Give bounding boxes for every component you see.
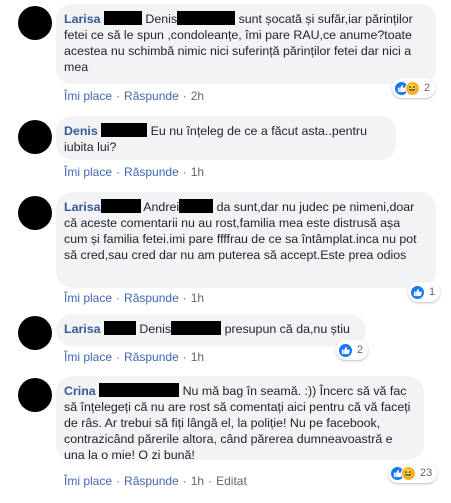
like-link[interactable]: Îmi place [64,165,112,179]
redaction [103,11,142,25]
reaction-count: 1 [429,286,436,298]
comment-actions: Îmi place · Răspunde · 1h · Editat [64,474,247,488]
redaction [177,11,236,25]
like-link[interactable]: Îmi place [64,291,112,305]
like-link[interactable]: Îmi place [64,474,112,488]
author-name[interactable]: Larisa [64,12,101,26]
author-name[interactable]: Larisa [64,322,101,336]
comment-actions: Îmi place · Răspunde · 1h [64,165,205,179]
comment-actions: Îmi place · Răspunde · 1h [64,291,205,305]
comment-actions: Îmi place · Răspunde · 1h [64,350,205,364]
author-name[interactable]: Crina [64,384,96,398]
redaction [179,199,214,213]
comment-bubble: Crina Nu mă bag în seamă. :)) Încerc să … [56,376,424,462]
timestamp[interactable]: 2h [191,89,204,103]
reaction-summary[interactable]: 😆 2 [392,78,436,98]
haha-icon: 😆 [405,80,420,96]
redaction [100,199,141,213]
mention: Denis [145,12,178,26]
redaction [171,321,222,335]
like-link[interactable]: Îmi place [64,350,112,364]
avatar[interactable] [18,316,52,350]
timestamp[interactable]: 1h [191,474,204,488]
mention: Andrei [143,200,180,214]
reply-link[interactable]: Răspunde [124,89,179,103]
comment-actions: Îmi place · Răspunde · 2h [64,89,205,103]
timestamp[interactable]: 1h [191,350,204,364]
haha-icon: 😆 [401,465,416,481]
reaction-count: 23 [420,467,433,479]
reaction-summary[interactable]: 1 [408,282,441,302]
reply-link[interactable]: Răspunde [124,350,179,364]
reply-link[interactable]: Răspunde [124,291,179,305]
edited-label[interactable]: Editat [216,474,247,488]
timestamp[interactable]: 1h [191,165,204,179]
like-link[interactable]: Îmi place [64,89,112,103]
comment-bubble: Denis Eu nu înțeleg de ce a făcut asta..… [56,116,396,160]
avatar[interactable] [18,378,52,412]
mention: Denis [139,322,172,336]
comment-bubble: Larisa Denis presupun că da,nu știu [56,314,366,346]
reaction-count: 2 [357,344,364,356]
reaction-summary[interactable]: 😆 23 [388,463,438,483]
reaction-summary[interactable]: 2 [336,340,369,360]
avatar[interactable] [18,6,52,40]
comment-bubble: Larisa Andrei da sunt,dar nu judec pe ni… [56,192,436,288]
reply-link[interactable]: Răspunde [124,474,179,488]
author-name[interactable]: Larisa [64,200,101,214]
avatar[interactable] [18,196,52,230]
reply-link[interactable]: Răspunde [124,165,179,179]
comment-bubble: Larisa Denis sunt șocată și sufăr,iar pă… [56,4,436,84]
redaction [101,123,148,137]
author-name[interactable]: Denis [64,124,98,138]
avatar[interactable] [18,120,52,154]
reaction-count: 2 [424,82,431,94]
timestamp[interactable]: 1h [191,291,204,305]
redaction [103,321,136,335]
redaction [99,383,180,397]
like-icon [338,342,353,358]
comment-text: presupun că da,nu știu [224,322,350,336]
like-icon [410,284,425,300]
